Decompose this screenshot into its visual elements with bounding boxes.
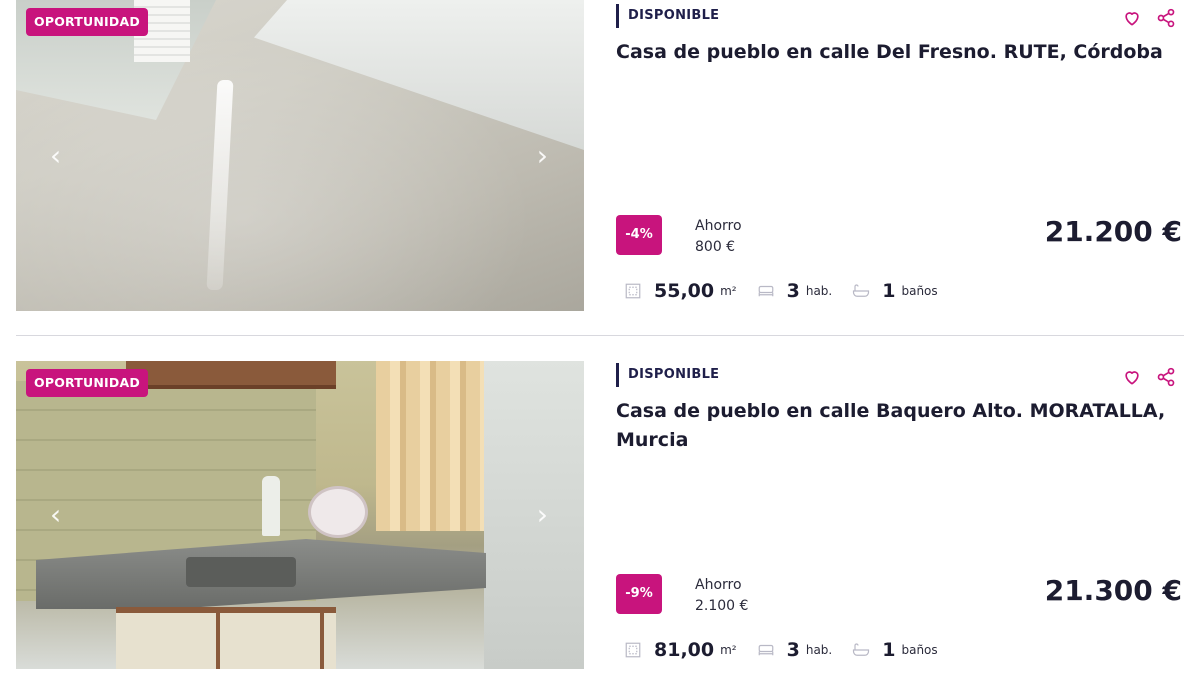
feature-area: 81,00 m² bbox=[624, 639, 737, 661]
bed-icon bbox=[758, 644, 773, 656]
area-value: 81,00 bbox=[654, 639, 715, 661]
heart-icon[interactable] bbox=[1122, 367, 1142, 387]
price: 21.200 € bbox=[1044, 215, 1182, 248]
features-row: 55,00 m² 3 hab. 1 baños bbox=[624, 276, 958, 306]
chevron-left-icon[interactable]: ‹ bbox=[50, 141, 61, 170]
status-label: DISPONIBLE bbox=[616, 4, 719, 28]
chevron-right-icon[interactable]: › bbox=[537, 141, 548, 170]
discount-badge: -9% bbox=[616, 574, 662, 614]
savings-block: Ahorro 2.100 € bbox=[695, 575, 748, 617]
divider bbox=[16, 335, 1184, 336]
bed-icon bbox=[758, 285, 773, 297]
listing-card[interactable]: OPORTUNIDAD ‹ › DISPONIBLE Casa de puebl… bbox=[0, 0, 1200, 320]
area-icon bbox=[625, 283, 641, 299]
listing-title[interactable]: Casa de pueblo en calle Del Fresno. RUTE… bbox=[616, 38, 1176, 67]
features-row: 81,00 m² 3 hab. 1 baños bbox=[624, 635, 958, 665]
rooms-unit: hab. bbox=[805, 643, 833, 657]
listing-actions bbox=[1122, 367, 1176, 387]
feature-rooms: 3 hab. bbox=[757, 639, 833, 661]
bathtub-icon bbox=[853, 284, 870, 297]
listing-title[interactable]: Casa de pueblo en calle Baquero Alto. MO… bbox=[616, 397, 1176, 455]
savings-block: Ahorro 800 € bbox=[695, 216, 742, 258]
rooms-unit: hab. bbox=[805, 284, 833, 298]
feature-baths: 1 baños bbox=[852, 280, 938, 302]
opportunity-badge: OPORTUNIDAD bbox=[26, 369, 148, 397]
feature-area: 55,00 m² bbox=[624, 280, 737, 302]
heart-icon[interactable] bbox=[1122, 8, 1142, 28]
savings-value: 800 € bbox=[695, 239, 736, 255]
discount-badge: -4% bbox=[616, 215, 662, 255]
baths-value: 1 bbox=[882, 639, 896, 661]
baths-unit: baños bbox=[901, 284, 938, 298]
kitchen-interior-photo bbox=[16, 361, 584, 669]
area-unit: m² bbox=[720, 284, 737, 298]
bathtub-icon bbox=[853, 643, 870, 656]
savings-value: 2.100 € bbox=[695, 598, 749, 614]
share-icon[interactable] bbox=[1156, 8, 1176, 28]
listing-photo[interactable]: OPORTUNIDAD ‹ › bbox=[16, 361, 584, 669]
area-icon bbox=[625, 642, 641, 658]
opportunity-badge: OPORTUNIDAD bbox=[26, 8, 148, 36]
listing-photo[interactable]: OPORTUNIDAD ‹ › bbox=[16, 0, 584, 311]
savings-label: Ahorro bbox=[695, 218, 742, 234]
rooms-value: 3 bbox=[786, 639, 800, 661]
baths-value: 1 bbox=[882, 280, 896, 302]
chevron-left-icon[interactable]: ‹ bbox=[50, 501, 61, 529]
area-value: 55,00 bbox=[654, 280, 715, 302]
chevron-right-icon[interactable]: › bbox=[537, 501, 548, 529]
price: 21.300 € bbox=[1044, 574, 1182, 607]
area-unit: m² bbox=[720, 643, 737, 657]
feature-rooms: 3 hab. bbox=[757, 280, 833, 302]
share-icon[interactable] bbox=[1156, 367, 1176, 387]
listing-actions bbox=[1122, 8, 1176, 28]
floor-interior-photo bbox=[16, 0, 584, 311]
savings-label: Ahorro bbox=[695, 577, 742, 593]
feature-baths: 1 baños bbox=[852, 639, 938, 661]
rooms-value: 3 bbox=[786, 280, 800, 302]
baths-unit: baños bbox=[901, 643, 938, 657]
status-label: DISPONIBLE bbox=[616, 363, 719, 387]
listing-card[interactable]: OPORTUNIDAD ‹ › DISPONIBLE Casa de puebl… bbox=[0, 359, 1200, 675]
